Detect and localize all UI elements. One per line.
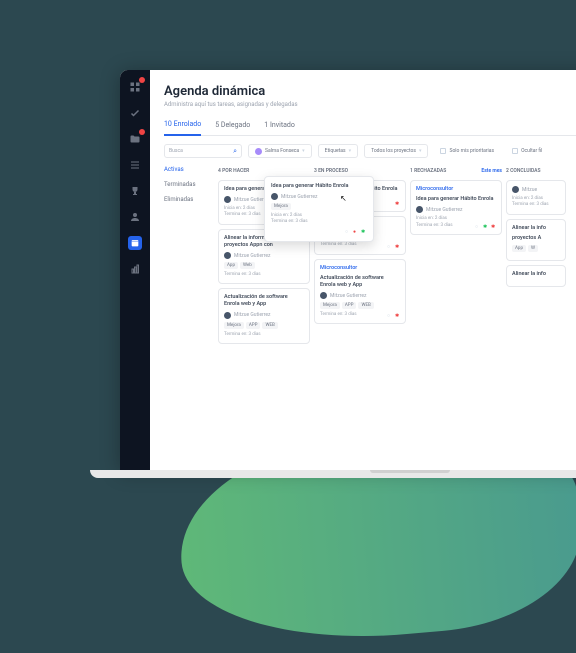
column-header: 3 EN PROCESO (314, 166, 406, 176)
task-card[interactable]: Alinear la info proyectos A AppW (506, 219, 566, 261)
page-title: Agenda dinámica (164, 84, 576, 99)
grid-icon[interactable] (128, 80, 142, 94)
trophy-icon[interactable] (128, 184, 142, 198)
flag-icon: ✱ (395, 201, 401, 207)
users-icon[interactable] (128, 210, 142, 224)
tab-enrolled[interactable]: 10 Enrolado (164, 120, 201, 136)
period-link[interactable]: Este mes (481, 168, 502, 174)
search-icon: ⌕ (233, 147, 237, 156)
top-tabs: 10 Enrolado 5 Delegado 1 Invitado ✓ Salm… (164, 120, 576, 136)
column-done: 2 CONCLUIDAS Mitzue Inicia en: 2 días Te… (506, 166, 566, 344)
task-card[interactable]: Microconsultor Idea para generar Hábito … (410, 180, 502, 235)
folder-icon[interactable] (128, 132, 142, 146)
tab-invited[interactable]: 1 Invitado (264, 121, 295, 135)
column-rejected: 1 RECHAZADASEste mes Microconsultor Idea… (410, 166, 502, 344)
status-tabs: Activas Terminadas Eliminadas (164, 166, 210, 344)
filter-bar: Busca⌕ Salma Fonseca▾ Etiquetas▾ Todos l… (164, 144, 576, 158)
column-header: 4 POR HACER (218, 166, 310, 176)
list-icon[interactable] (128, 158, 142, 172)
flag-icon: ✱ (395, 313, 401, 319)
flag-icon: ✱ (491, 224, 497, 230)
dot-icon: ● (353, 229, 359, 235)
projects-filter[interactable]: Todos los proyectos▾ (364, 144, 428, 158)
task-card[interactable]: Microconsultor Actualización de software… (314, 259, 406, 325)
task-card[interactable]: Alinear la info (506, 265, 566, 287)
circle-icon: ○ (345, 229, 351, 235)
page-subtitle: Administra aquí tus tareas, asignadas y … (164, 101, 576, 108)
slack-icon: ✱ (361, 229, 367, 235)
slack-icon: ✱ (483, 224, 489, 230)
circle-icon: ○ (387, 244, 393, 250)
tab-delegated[interactable]: 5 Delegado (215, 121, 250, 135)
cursor-icon: ↖ (340, 194, 347, 203)
tab-deleted[interactable]: Eliminadas (164, 196, 210, 203)
main-content: Agenda dinámica Administra aquí tus tare… (150, 70, 576, 470)
column-header: 2 CONCLUIDAS (506, 166, 566, 176)
priorities-toggle[interactable]: Solo mis prioritarias (434, 144, 500, 158)
hide-filter[interactable]: Ocultar fil (506, 144, 548, 158)
card-popup[interactable]: Idea para generar Hábito Enrola Mitzue G… (264, 176, 374, 242)
search-input[interactable]: Busca⌕ (164, 144, 242, 158)
tags-filter[interactable]: Etiquetas▾ (318, 144, 358, 158)
sidebar (120, 70, 150, 470)
circle-icon: ○ (387, 313, 393, 319)
task-card[interactable]: Mitzue Inicia en: 2 días Termina en: 3 d… (506, 180, 566, 215)
user-filter[interactable]: Salma Fonseca▾ (248, 144, 312, 158)
check-icon[interactable] (128, 106, 142, 120)
tab-finished[interactable]: Terminadas (164, 181, 210, 188)
circle-icon: ○ (475, 224, 481, 230)
column-header: 1 RECHAZADASEste mes (410, 166, 502, 176)
tab-active[interactable]: Activas (164, 166, 210, 173)
calendar-icon[interactable] (128, 236, 142, 250)
flag-icon: ✱ (395, 244, 401, 250)
chart-icon[interactable] (128, 262, 142, 276)
task-card[interactable]: Actualización de software Enrola web y A… (218, 288, 310, 344)
